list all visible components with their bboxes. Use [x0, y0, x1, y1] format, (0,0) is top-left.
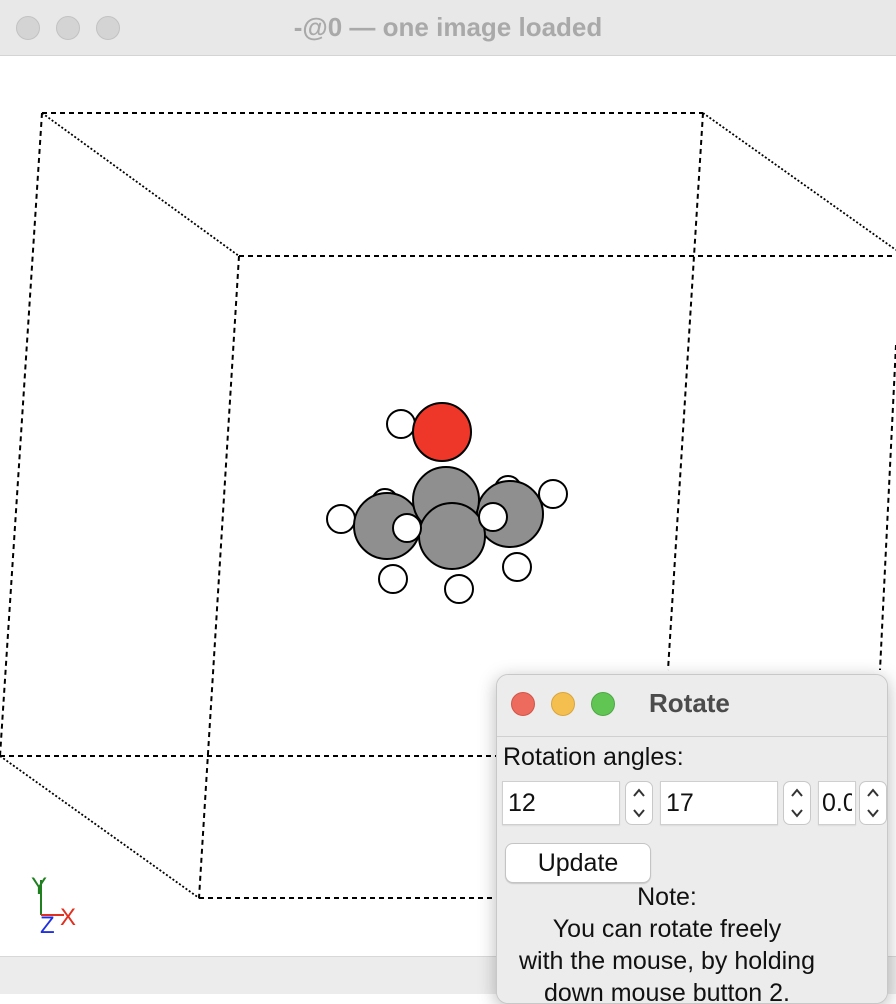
dialog-close-button[interactable] — [511, 692, 535, 716]
atom-hydrogen — [538, 479, 568, 509]
chevron-up-icon[interactable] — [864, 784, 882, 802]
rotate-note: Note: You can rotate freely with the mou… — [518, 883, 815, 1004]
dialog-minimize-button[interactable] — [551, 692, 575, 716]
atom-oxygen — [412, 402, 472, 462]
window-title: -@0 — one image loaded — [293, 12, 603, 42]
cell-edge — [198, 255, 240, 899]
atom-hydrogen — [378, 564, 408, 594]
cell-edge — [702, 112, 896, 251]
angle-z-input[interactable] — [818, 781, 856, 825]
rotation-angles-label: Rotation angles: — [503, 743, 684, 771]
cell-edge — [41, 112, 240, 257]
dialog-zoom-button[interactable] — [591, 692, 615, 716]
axis-y-label: Y — [31, 873, 47, 900]
atom-hydrogen — [478, 502, 508, 532]
molecule — [326, 402, 568, 604]
cell-edge — [0, 755, 200, 899]
rotate-dialog-title: Rotate — [649, 688, 730, 718]
atom-hydrogen — [326, 504, 356, 534]
cell-edge — [667, 112, 704, 671]
rotate-dialog: Rotate Rotation angles: Update Note: You… — [496, 674, 888, 1004]
rotate-dialog-body: Rotation angles: Update Note: You can ro… — [497, 737, 887, 1004]
chevron-down-icon[interactable] — [864, 804, 882, 822]
axis-z-label: Z — [40, 912, 55, 939]
cell-edge — [0, 112, 43, 757]
cell-edge — [879, 344, 896, 671]
update-button[interactable]: Update — [505, 843, 651, 883]
axis-x-label: X — [60, 904, 76, 931]
atom-carbon — [418, 502, 486, 570]
chevron-down-icon[interactable] — [630, 804, 648, 822]
rotate-dialog-titlebar[interactable]: Rotate — [497, 675, 887, 737]
atom-hydrogen — [386, 409, 416, 439]
atom-hydrogen — [502, 552, 532, 582]
window-titlebar: -@0 — one image loaded — [0, 0, 896, 56]
angle-x-stepper[interactable] — [625, 781, 653, 825]
angle-y-stepper[interactable] — [783, 781, 811, 825]
angle-y-input[interactable] — [660, 781, 778, 825]
chevron-down-icon[interactable] — [788, 804, 806, 822]
chevron-up-icon[interactable] — [630, 784, 648, 802]
atom-hydrogen — [444, 574, 474, 604]
axes-indicator: Y X Z — [31, 873, 76, 939]
atom-hydrogen — [392, 513, 422, 543]
chevron-up-icon[interactable] — [788, 784, 806, 802]
angle-z-stepper[interactable] — [859, 781, 887, 825]
angle-x-input[interactable] — [502, 781, 620, 825]
